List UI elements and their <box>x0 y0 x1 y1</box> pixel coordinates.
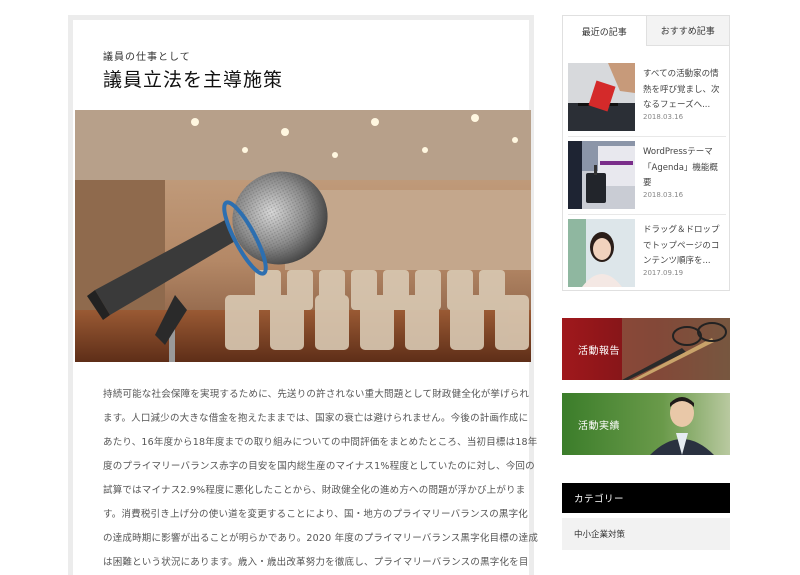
widget-tabs: 最近の記事 おすすめ記事 <box>563 16 729 46</box>
post-divider <box>568 136 726 137</box>
article-paragraph-line: あたり、16年度から18年度までの取り組みについての中間評価をまとめたところ、当… <box>103 437 538 448</box>
post-thumbnail[interactable] <box>568 63 635 131</box>
woman-portrait-image <box>568 219 635 287</box>
post-thumbnail[interactable] <box>568 141 635 209</box>
article-paragraph-line: の達成時期に影響が出ることが明らかであり。2020 年度のプライマリーバランス黒… <box>103 533 539 544</box>
post-title[interactable]: WordPressテーマ「Agenda」機能概要 <box>643 145 725 192</box>
post-date: 2018.03.16 <box>643 113 684 121</box>
article-hero-image <box>75 110 531 362</box>
post-thumbnail[interactable] <box>568 219 635 287</box>
post-title[interactable]: ドラッグ＆ドロップでトップページのコンテンツ順序を... <box>643 223 725 270</box>
tab-recommended-posts[interactable]: おすすめ記事 <box>646 16 729 46</box>
article-paragraph-line: す。消費税引き上げ分の使い道を変更することにより、国・地方のプライマリーバランス… <box>103 509 528 520</box>
banner-activity-report[interactable]: 活動報告 <box>562 318 730 380</box>
post-item[interactable]: WordPressテーマ「Agenda」機能概要 2018.03.16 <box>568 141 726 209</box>
article-paragraph-line: は困難という状況にあります。歳入・歳出改革努力を徹底し、プライマリーバランスの黒… <box>103 557 529 568</box>
banner-activity-results[interactable]: 活動実績 <box>562 393 730 455</box>
article-paragraph-line: ます。人口減少の大きな借金を抱えたままでは、国家の衰亡は避けられません。今後の計… <box>103 413 529 424</box>
post-item[interactable]: すべての活動家の情熱を呼び覚まし、次なるフェーズへ... 2018.03.16 <box>568 63 726 131</box>
banner-label[interactable]: 活動実績 <box>578 417 620 432</box>
article-kicker: 議員の仕事として <box>103 52 191 63</box>
article-paragraph-line: 度のプライマリーバランス赤字の目安を国内総生産のマイナス1%程度としていたのに対… <box>103 461 535 472</box>
train-station-image <box>568 141 635 209</box>
article-body: 持続可能な社会保障を実現するために、先送りの許されない重大問題として財政健全化が… <box>103 383 539 575</box>
tab-recent-posts[interactable]: 最近の記事 <box>563 16 647 46</box>
article-paragraph-line: 試算ではマイナス2.9%程度に悪化したことから、財政健全化の進め方への問題が浮か… <box>103 485 526 496</box>
recent-posts-widget: 最近の記事 おすすめ記事 すべての活動家の情熱を呼び覚まし、次なるフェーズへ..… <box>562 15 730 291</box>
article-card: 議員の仕事として 議員立法を主導施策 持続可能な社会保障を実現するために、先送り… <box>68 15 539 575</box>
post-title[interactable]: すべての活動家の情熱を呼び覚まし、次なるフェーズへ... <box>643 67 725 114</box>
category-item[interactable]: 中小企業対策 <box>562 518 730 550</box>
post-divider <box>568 214 726 215</box>
microphone-conference-photo <box>75 110 531 362</box>
article-title: 議員立法を主導施策 <box>103 69 284 91</box>
article-paragraph-line: 持続可能な社会保障を実現するために、先送りの許されない重大問題として財政健全化が… <box>103 389 530 400</box>
post-item[interactable]: ドラッグ＆ドロップでトップページのコンテンツ順序を... 2017.09.19 <box>568 219 726 287</box>
category-heading: カテゴリー <box>562 483 730 513</box>
banner-label[interactable]: 活動報告 <box>578 342 620 357</box>
post-date: 2018.03.16 <box>643 191 684 199</box>
ballot-box-image <box>568 63 635 131</box>
post-date: 2017.09.19 <box>643 269 684 277</box>
